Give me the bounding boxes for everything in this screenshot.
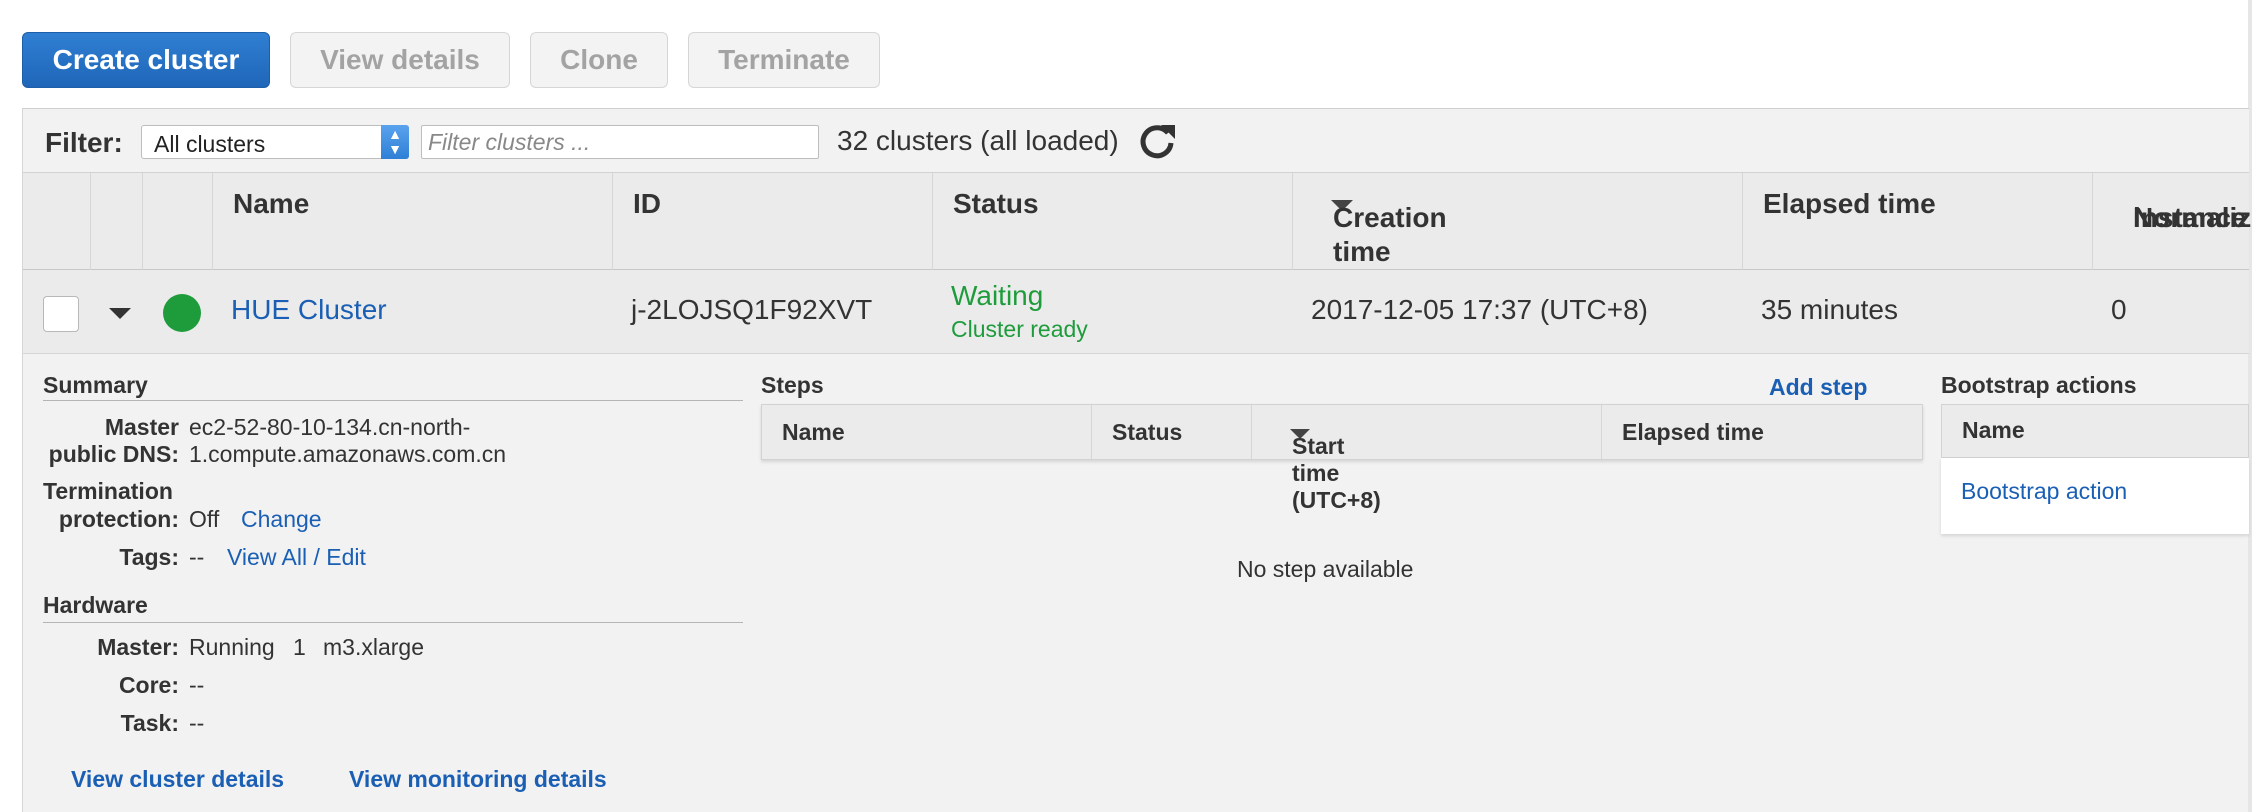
header-normalized-line2: instance h <box>2133 202 2252 233</box>
hardware-master-state: Running <box>189 634 275 660</box>
clusters-panel: Filter: All clusters ▲▼ 32 clusters (all… <box>22 108 2252 812</box>
cluster-id: j-2LOJSQ1F92XVT <box>631 294 873 325</box>
cluster-elapsed-time: 35 minutes <box>1761 294 1898 325</box>
view-cluster-details-link[interactable]: View cluster details <box>71 766 284 793</box>
header-status-label: Status <box>953 188 1039 219</box>
cluster-normalized-hours: 0 <box>2111 294 2127 325</box>
summary-title: Summary <box>43 372 148 398</box>
master-dns-value: ec2-52-80-10-134.cn-north- 1.compute.amaz… <box>189 414 507 467</box>
expand-caret-icon[interactable] <box>109 308 131 319</box>
cluster-status-detail: Cluster ready <box>951 316 1088 342</box>
header-expand-column <box>91 173 143 271</box>
steps-header-status[interactable]: Status <box>1092 405 1252 459</box>
tags-view-edit-link[interactable]: View All / Edit <box>227 544 366 571</box>
hardware-task-label: Task: <box>120 710 179 736</box>
cluster-filter-value: All clusters <box>154 131 266 157</box>
cluster-status: Waiting <box>951 280 1044 311</box>
filter-bar: Filter: All clusters ▲▼ 32 clusters (all… <box>23 108 2249 172</box>
clusters-table-header: Name ID Status Creation time (UTC+8) Ela… <box>23 172 2252 301</box>
bootstrap-header-name[interactable]: Name <box>1942 405 2248 459</box>
refresh-icon[interactable] <box>1135 119 1179 163</box>
steps-title: Steps <box>761 372 824 398</box>
steps-header-elapsed-time[interactable]: Elapsed time <box>1602 405 1922 459</box>
header-name[interactable]: Name <box>213 173 613 271</box>
bootstrap-actions-title: Bootstrap actions <box>1941 372 2137 398</box>
hardware-master-label: Master: <box>97 634 179 660</box>
header-id[interactable]: ID <box>613 173 933 271</box>
header-select-column <box>23 173 91 271</box>
hardware-master-type: m3.xlarge <box>323 634 424 660</box>
header-elapsed-time[interactable]: Elapsed time <box>1743 173 2093 271</box>
hardware-task-value: -- <box>189 710 205 736</box>
add-step-link[interactable]: Add step <box>1769 374 1867 401</box>
row-checkbox[interactable] <box>43 296 79 332</box>
termination-label-2: protection: <box>58 506 179 532</box>
termination-label-1: Termination <box>43 478 173 504</box>
terminate-button[interactable]: Terminate <box>688 32 880 88</box>
table-row[interactable]: HUE Cluster j-2LOJSQ1F92XVT Waiting Clus… <box>23 270 2249 354</box>
filter-clusters-input[interactable] <box>421 125 819 159</box>
hardware-divider <box>43 622 743 623</box>
bootstrap-table-header: Name <box>1941 404 2249 458</box>
hardware-core-value: -- <box>189 672 205 698</box>
steps-header-name[interactable]: Name <box>762 405 1092 459</box>
cluster-status-dot-icon <box>163 294 201 332</box>
header-status[interactable]: Status <box>933 173 1293 271</box>
steps-header-start-time[interactable]: Start time (UTC+8) <box>1252 405 1602 513</box>
bootstrap-list: Bootstrap action <box>1941 458 2249 534</box>
master-dns-label: Master public DNS: <box>48 414 179 467</box>
termination-value: Off <box>189 506 220 532</box>
header-elapsed-time-label: Elapsed time <box>1763 188 1936 219</box>
header-id-label: ID <box>633 188 661 219</box>
clone-button[interactable]: Clone <box>530 32 668 88</box>
cluster-count: 32 clusters (all loaded) <box>837 125 1119 156</box>
cluster-filter-select[interactable]: All clusters ▲ ▼ <box>141 125 409 159</box>
header-creation-time[interactable]: Creation time (UTC+8) <box>1293 173 1743 301</box>
view-monitoring-details-link[interactable]: View monitoring details <box>349 766 607 793</box>
header-normalized-hours[interactable]: Normalizeinstance h <box>2093 173 2252 271</box>
filter-label: Filter: <box>45 127 123 158</box>
select-arrows-icon: ▲ ▼ <box>381 125 409 159</box>
cluster-creation-time: 2017-12-05 17:37 (UTC+8) <box>1311 294 1648 325</box>
hardware-master-count: 1 <box>293 634 306 660</box>
steps-table-header: Name Status Start time (UTC+8) Elapsed t… <box>761 404 1923 513</box>
header-name-label: Name <box>233 188 310 219</box>
termination-change-link[interactable]: Change <box>241 506 322 533</box>
tags-label: Tags: <box>119 544 179 570</box>
header-status-icon-column <box>143 173 213 271</box>
cluster-name-link[interactable]: HUE Cluster <box>231 294 387 326</box>
hardware-title: Hardware <box>43 592 148 618</box>
view-details-button[interactable]: View details <box>290 32 510 88</box>
create-cluster-button[interactable]: Create cluster <box>22 32 270 88</box>
hardware-core-label: Core: <box>118 672 179 698</box>
summary-divider <box>43 400 743 401</box>
steps-empty-message: No step available <box>1237 556 1414 582</box>
bootstrap-action-link[interactable]: Bootstrap action <box>1961 478 2127 505</box>
tags-value: -- <box>189 544 205 570</box>
